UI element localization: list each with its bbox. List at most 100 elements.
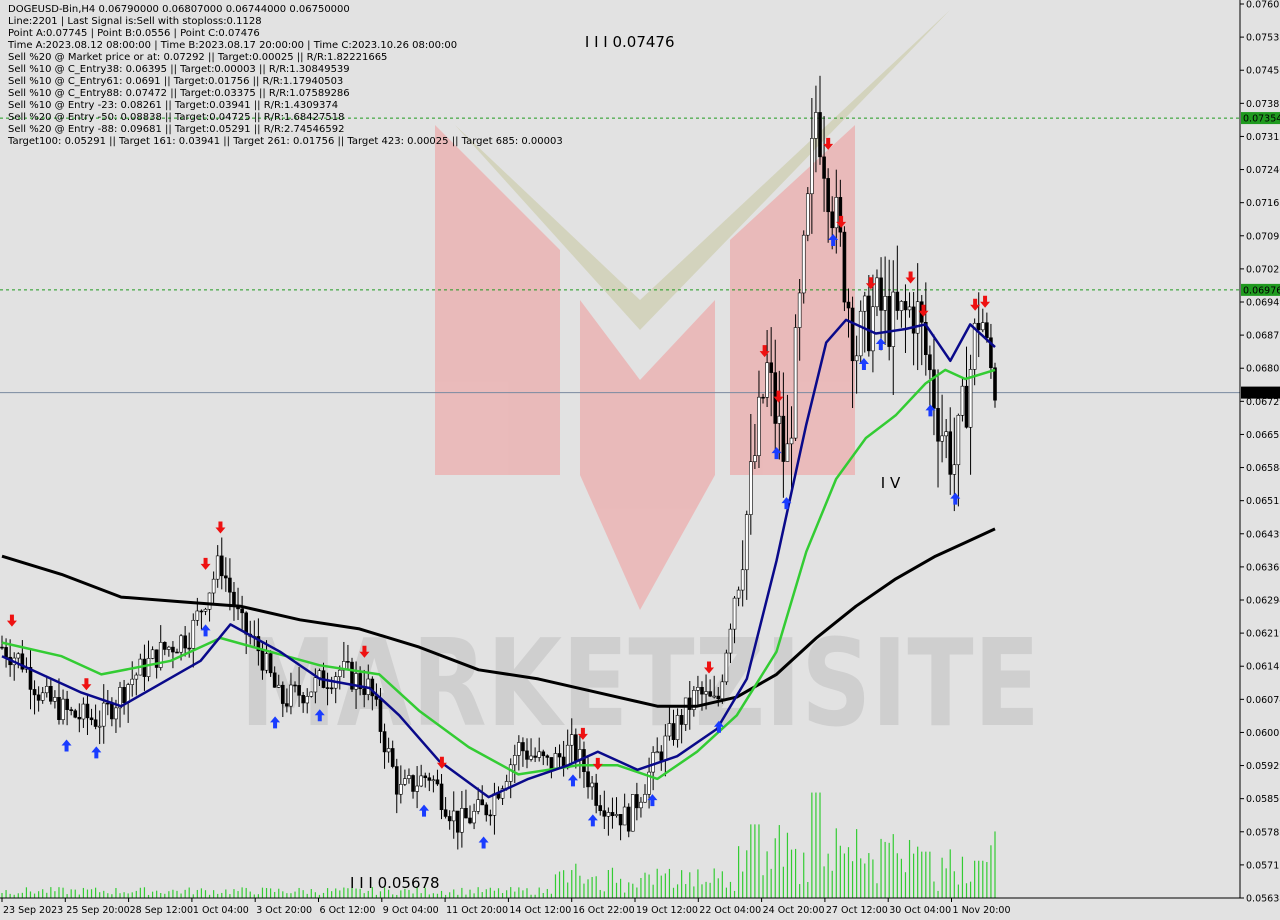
- candle-body: [785, 443, 790, 462]
- volume-bars: [1, 792, 996, 898]
- y-tick-label: 0.06949: [1246, 298, 1280, 309]
- candle-body: [69, 709, 73, 712]
- info-line: Sell %20 @ Entry -88: 0.09681 || Target:…: [8, 124, 345, 135]
- candle-body: [582, 749, 586, 772]
- candle-body: [574, 734, 578, 761]
- candle-body: [789, 437, 794, 445]
- candle-body: [390, 748, 395, 767]
- candle-body: [329, 687, 334, 690]
- buy-arrow-icon: [61, 739, 72, 752]
- candle-body: [533, 755, 537, 758]
- candle-body: [655, 751, 660, 754]
- candle-body: [797, 292, 802, 328]
- y-tick-label: 0.07022: [1246, 264, 1280, 275]
- candle-body: [744, 514, 749, 571]
- x-tick-label: 28 Sep 12:00: [130, 905, 193, 916]
- candle-body: [203, 608, 208, 612]
- candle-body: [171, 646, 175, 653]
- y-tick-label: 0.07458: [1246, 66, 1280, 77]
- chart-root: MARKETZISITE 0.07354 0.06976 0.06750 I I I…: [0, 0, 1280, 920]
- candle-body: [903, 301, 908, 311]
- candle-body: [907, 306, 912, 311]
- buy-arrow-icon: [200, 624, 211, 637]
- candle-body: [211, 578, 216, 594]
- candle-body: [101, 702, 106, 727]
- candle-body: [32, 689, 37, 696]
- candle-body: [814, 112, 818, 139]
- candle-body: [191, 619, 196, 649]
- candle-body: [777, 415, 782, 424]
- candle-body: [948, 431, 953, 475]
- candle-body: [545, 755, 550, 758]
- candle-body: [195, 610, 200, 621]
- candle-body: [663, 735, 668, 761]
- candle-body: [630, 794, 635, 832]
- candle-body: [696, 686, 700, 691]
- candle-body: [985, 322, 989, 339]
- candle-body: [224, 575, 228, 579]
- candle-body: [460, 808, 464, 833]
- candle-body: [895, 291, 900, 311]
- sell-arrow-icon: [592, 757, 603, 770]
- candle-body: [435, 779, 440, 785]
- candle-body: [40, 692, 45, 701]
- candle-body: [130, 678, 135, 685]
- candle-body: [451, 810, 456, 822]
- y-tick-label: 0.07312: [1246, 132, 1280, 143]
- candle-body: [183, 635, 187, 649]
- candle-body: [525, 750, 529, 760]
- level-label: 0.07354: [1243, 114, 1280, 125]
- candle-body: [850, 307, 855, 362]
- buy-arrow-icon: [587, 814, 598, 827]
- candle-body: [439, 783, 444, 811]
- candle-body: [679, 715, 684, 725]
- candle-body: [415, 785, 419, 792]
- candle-body: [614, 814, 619, 817]
- candle-body: [260, 650, 265, 671]
- info-line: Sell %10 @ Entry -23: 0.08261 || Target:…: [8, 100, 339, 111]
- candle-body: [313, 677, 318, 693]
- x-tick-label: 14 Oct 12:00: [509, 905, 571, 916]
- candle-body: [81, 703, 86, 720]
- candle-body: [215, 555, 220, 580]
- candle-body: [484, 804, 489, 816]
- candle-body: [976, 322, 981, 331]
- candle-body: [818, 112, 822, 158]
- candle-body: [594, 782, 598, 806]
- candle-body: [517, 742, 521, 756]
- candle-body: [716, 695, 721, 700]
- candle-body: [749, 461, 753, 515]
- candle-body: [468, 817, 472, 824]
- info-line: Line:2201 | Last Signal is:Sell with sto…: [8, 16, 262, 27]
- candle-body: [362, 688, 367, 695]
- candle-body: [97, 725, 102, 728]
- candle-body: [480, 799, 485, 806]
- candle-body: [346, 661, 350, 663]
- candle-body: [244, 612, 248, 635]
- buy-arrow-icon: [567, 774, 578, 787]
- candle-body: [610, 812, 615, 817]
- candle-body: [732, 597, 737, 630]
- candle-body: [167, 646, 171, 650]
- candle-body: [867, 295, 871, 352]
- y-tick-label: 0.06439: [1246, 529, 1280, 540]
- candle-body: [643, 793, 647, 803]
- candle-body: [337, 669, 342, 677]
- x-tick-label: 30 Oct 04:00: [889, 905, 951, 916]
- sell-arrow-icon: [200, 557, 211, 570]
- candle-body: [488, 814, 493, 817]
- candle-body: [268, 653, 273, 674]
- candle-body: [846, 301, 851, 309]
- wave-annotation: I I I 0.07476: [585, 33, 675, 51]
- candle-body: [875, 277, 879, 308]
- candle-body: [639, 801, 643, 809]
- candle-body: [382, 731, 387, 753]
- candle-body: [687, 697, 692, 710]
- x-tick-label: 16 Oct 22:00: [573, 905, 635, 916]
- candle-body: [77, 716, 82, 720]
- candle-body: [708, 691, 712, 697]
- candle-body: [297, 685, 301, 696]
- candle-body: [110, 703, 114, 720]
- candle-body: [805, 193, 810, 236]
- candle-body: [142, 658, 147, 677]
